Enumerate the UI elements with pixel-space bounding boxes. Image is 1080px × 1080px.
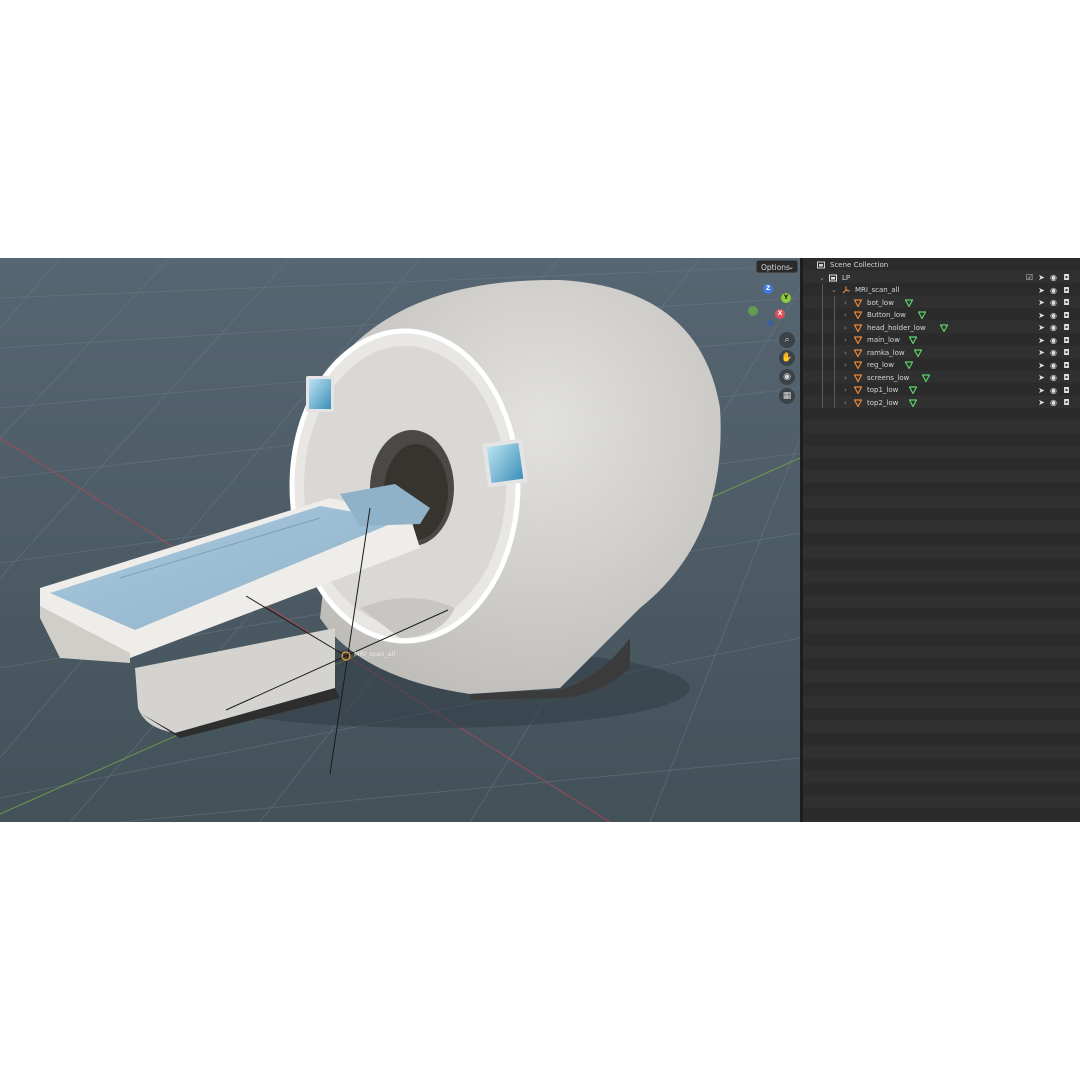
- mesh-object-icon: [854, 386, 862, 394]
- gizmo-neg-z-axis[interactable]: [767, 320, 773, 326]
- gizmo-z-label: Z: [765, 285, 771, 292]
- scene-collection-label: Scene Collection: [830, 261, 889, 269]
- zoom-icon[interactable]: ⌕: [779, 332, 795, 348]
- outliner-item[interactable]: › top2_low: [803, 397, 1080, 410]
- collection-row-lp[interactable]: ⌄ LP ☑: [803, 272, 1080, 285]
- scene-collection-row[interactable]: Scene Collection: [803, 259, 1080, 272]
- chevron-down-icon[interactable]: ⌄: [819, 272, 825, 285]
- chevron-down-icon: ⌄: [788, 263, 794, 271]
- outliner-item[interactable]: › bot_low: [803, 297, 1080, 310]
- gizmo-y-label: Y: [783, 294, 789, 301]
- gizmo-neg-y-axis[interactable]: [748, 306, 758, 316]
- outliner-item-label: screens_low: [867, 373, 910, 382]
- mesh-data-icon[interactable]: [909, 336, 918, 344]
- mesh-object-icon: [854, 398, 862, 407]
- mesh-object-icon: [854, 311, 862, 319]
- options-label: Options: [761, 263, 790, 272]
- outliner-item-label: top1_low: [867, 386, 899, 394]
- outliner-item[interactable]: › Button_low: [803, 309, 1080, 322]
- gizmo-x-label: X: [777, 310, 783, 317]
- outliner-item[interactable]: › head_holder_low: [803, 322, 1080, 335]
- options-dropdown[interactable]: Options ⌄: [756, 260, 798, 273]
- outliner-item-label: Button_low: [867, 311, 906, 319]
- outliner-item[interactable]: › reg_low: [803, 359, 1080, 372]
- outliner-item-label: reg_low: [867, 361, 894, 369]
- chevron-right-icon[interactable]: ›: [844, 384, 847, 397]
- mesh-data-icon[interactable]: [905, 298, 914, 307]
- outliner-panel: Scene Collection ⌄ LP ☑ ⌄ MRI_scan_all ›…: [803, 258, 1080, 822]
- scene-collection-icon: [817, 261, 825, 269]
- mesh-data-icon[interactable]: [918, 311, 926, 319]
- mesh-object-icon: [854, 361, 862, 369]
- mesh-object-icon: [854, 323, 862, 332]
- gizmo-x-axis[interactable]: X: [775, 309, 785, 319]
- mesh-object-icon: [854, 373, 862, 382]
- gizmo-y-axis[interactable]: Y: [781, 293, 791, 303]
- grid-icon[interactable]: ▦: [779, 388, 795, 404]
- mesh-data-icon[interactable]: [909, 398, 918, 407]
- checkbox-checked-icon[interactable]: ☑: [1025, 273, 1034, 282]
- outliner-item[interactable]: › ramka_low: [803, 347, 1080, 360]
- blender-window: Options ⌄ Z Y X ⌕ ✋ ◉ ▦ MRI_scan_all Sce…: [0, 258, 1080, 822]
- collection-label: LP: [842, 273, 851, 282]
- camera-icon[interactable]: ◉: [779, 369, 795, 385]
- chevron-right-icon[interactable]: ›: [844, 297, 847, 310]
- chevron-down-icon[interactable]: ⌄: [831, 284, 837, 297]
- mesh-data-icon[interactable]: [905, 361, 914, 369]
- outliner-item-label: top2_low: [867, 398, 899, 407]
- mesh-data-icon[interactable]: [922, 373, 931, 382]
- outliner-item[interactable]: › top1_low: [803, 384, 1080, 397]
- object-name-label: MRI_scan_all: [354, 650, 396, 658]
- mesh-object-icon: [854, 336, 862, 344]
- mesh-data-icon[interactable]: [913, 348, 922, 357]
- outliner-item-label: head_holder_low: [867, 323, 926, 332]
- outliner-item[interactable]: › screens_low: [803, 372, 1080, 385]
- mesh-data-icon[interactable]: [939, 323, 948, 332]
- chevron-right-icon[interactable]: ›: [844, 309, 847, 322]
- outliner-item-label: main_low: [867, 336, 900, 344]
- hand-icon[interactable]: ✋: [779, 350, 795, 366]
- chevron-right-icon[interactable]: ›: [844, 372, 847, 385]
- mesh-object-icon: [854, 348, 862, 357]
- chevron-right-icon[interactable]: ›: [844, 359, 847, 372]
- parent-object-label: MRI_scan_all: [855, 286, 900, 294]
- mesh-data-icon[interactable]: [909, 386, 918, 394]
- empty-axes-icon: [842, 286, 850, 294]
- 3d-viewport[interactable]: Options ⌄ Z Y X ⌕ ✋ ◉ ▦ MRI_scan_all: [0, 258, 800, 822]
- outliner-item-label: ramka_low: [867, 348, 905, 357]
- outliner-item[interactable]: › main_low: [803, 334, 1080, 347]
- outliner-item-label: bot_low: [867, 298, 894, 307]
- mesh-object-icon: [854, 298, 862, 307]
- chevron-right-icon[interactable]: ›: [844, 397, 847, 410]
- chevron-right-icon[interactable]: ›: [844, 322, 847, 335]
- chevron-right-icon[interactable]: ›: [844, 334, 847, 347]
- gizmo-z-axis[interactable]: Z: [763, 284, 773, 294]
- chevron-right-icon[interactable]: ›: [844, 347, 847, 360]
- viewport-scene: [0, 258, 800, 822]
- collection-icon: [829, 274, 837, 281]
- object-row-mri-scan-all[interactable]: ⌄ MRI_scan_all: [803, 284, 1080, 297]
